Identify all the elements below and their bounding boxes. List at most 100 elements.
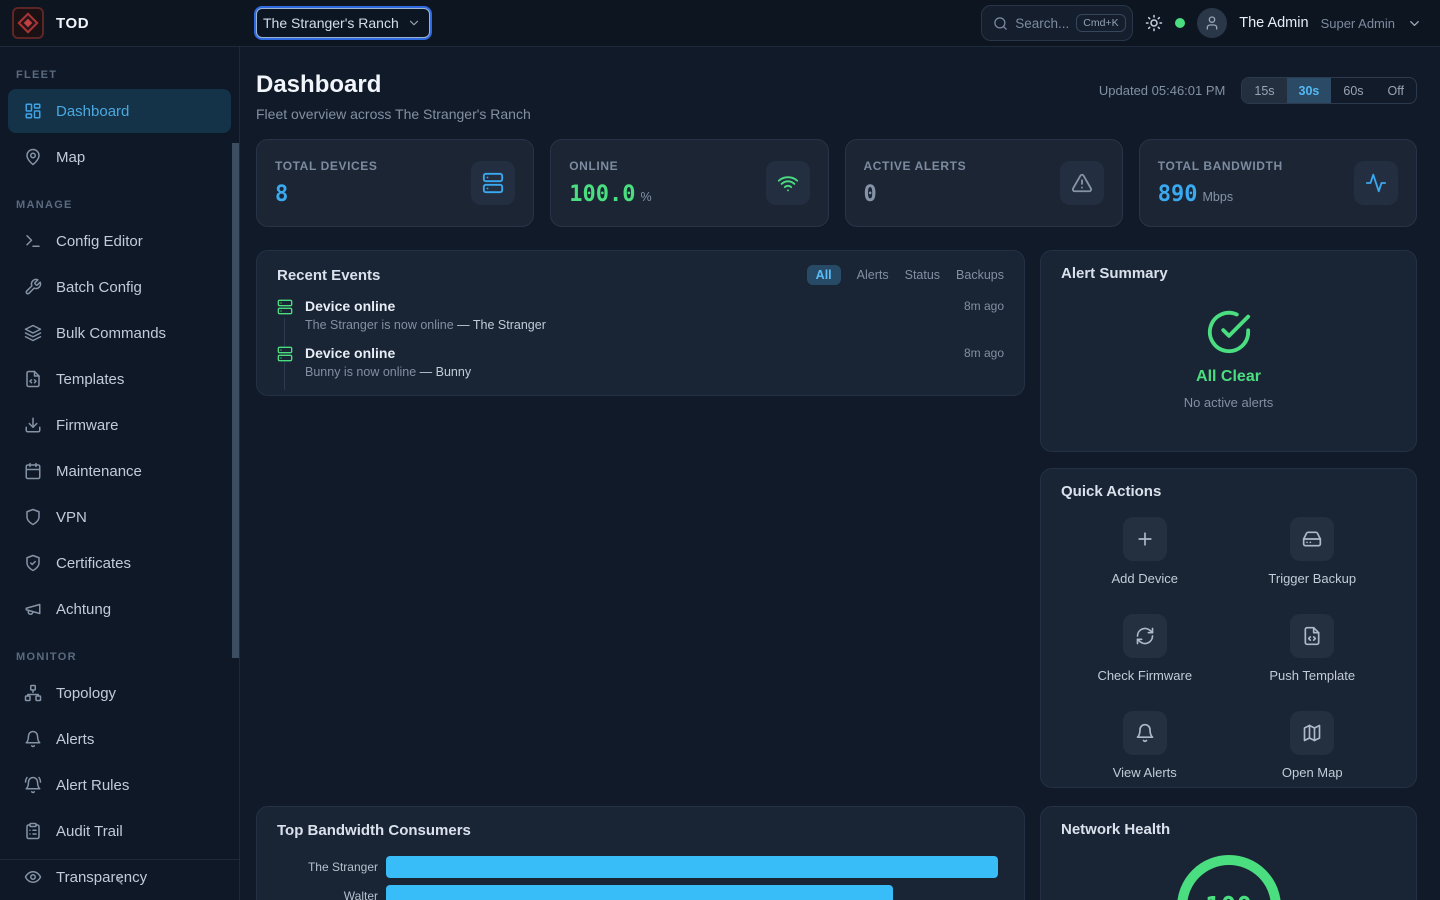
server-icon	[471, 161, 515, 205]
sidebar-item-bulk-commands[interactable]: Bulk Commands	[8, 311, 231, 355]
action-label: Trigger Backup	[1268, 571, 1356, 586]
right-column: Alert Summary All Clear No active alerts…	[1040, 250, 1417, 900]
refresh-option-15s[interactable]: 15s	[1242, 78, 1286, 103]
bell-icon	[1123, 711, 1167, 755]
stat-unit: %	[640, 190, 651, 204]
stat-card-total-bandwidth: TOTAL BANDWIDTH 890 Mbps	[1139, 139, 1417, 227]
list-item[interactable]: Device online 8m ago Bunny is now online…	[277, 345, 1004, 379]
sidebar-item-achtung[interactable]: Achtung	[8, 587, 231, 631]
user-menu-toggle[interactable]	[1407, 16, 1422, 31]
open-map-button[interactable]: Open Map	[1229, 711, 1397, 780]
shield-icon	[24, 508, 42, 526]
map-icon	[1290, 711, 1334, 755]
sidebar-item-label: Topology	[56, 685, 116, 702]
sidebar-item-label: Firmware	[56, 417, 119, 434]
stat-label: TOTAL BANDWIDTH	[1158, 159, 1283, 173]
refresh-option-30s[interactable]: 30s	[1287, 78, 1332, 103]
bar-label: The Stranger	[277, 860, 386, 874]
activity-icon	[1354, 161, 1398, 205]
recent-events-header: Recent Events All Alerts Status Backups	[277, 265, 1004, 285]
push-template-button[interactable]: Push Template	[1229, 614, 1397, 683]
chevron-down-icon	[407, 16, 421, 30]
filter-alerts[interactable]: Alerts	[857, 268, 889, 282]
sidebar-collapse-button[interactable]	[0, 859, 239, 900]
download-icon	[24, 416, 42, 434]
event-device: — The Stranger	[457, 318, 546, 332]
shield-check-icon	[24, 554, 42, 572]
filter-backups[interactable]: Backups	[956, 268, 1004, 282]
search-placeholder: Search...	[1015, 16, 1069, 31]
sidebar-item-dashboard[interactable]: Dashboard	[8, 89, 231, 133]
event-time: 8m ago	[964, 299, 1004, 313]
network-health-panel: Network Health 100	[1040, 806, 1417, 900]
sidebar-item-label: Audit Trail	[56, 823, 123, 840]
stat-label: ONLINE	[569, 159, 651, 173]
add-device-button[interactable]: Add Device	[1061, 517, 1229, 586]
sidebar-item-alerts[interactable]: Alerts	[8, 717, 231, 761]
content-grid: Recent Events All Alerts Status Backups …	[256, 250, 1417, 900]
stat-text: ACTIVE ALERTS 0	[864, 159, 967, 207]
recent-events-panel: Recent Events All Alerts Status Backups …	[256, 250, 1025, 396]
sidebar-item-label: Bulk Commands	[56, 325, 166, 342]
search-input[interactable]: Search... Cmd+K	[981, 5, 1133, 41]
sidebar-scrollbar[interactable]	[232, 143, 239, 658]
sidebar-item-maintenance[interactable]: Maintenance	[8, 449, 231, 493]
sidebar-item-certificates[interactable]: Certificates	[8, 541, 231, 585]
bandwidth-chart: The Stranger Walter	[277, 856, 1004, 900]
sidebar-nav: FLEET Dashboard Map MANAGE Config Editor…	[0, 47, 239, 899]
filter-status[interactable]: Status	[905, 268, 940, 282]
sidebar-item-topology[interactable]: Topology	[8, 671, 231, 715]
sidebar-item-config-editor[interactable]: Config Editor	[8, 219, 231, 263]
main-content: Dashboard Fleet overview across The Stra…	[240, 47, 1440, 900]
event-title: Device online	[305, 298, 395, 314]
stat-value: 890	[1158, 182, 1198, 207]
view-alerts-button[interactable]: View Alerts	[1061, 711, 1229, 780]
avatar[interactable]	[1197, 8, 1227, 38]
sidebar-item-label: Config Editor	[56, 233, 143, 250]
trigger-backup-button[interactable]: Trigger Backup	[1229, 517, 1397, 586]
sidebar-item-label: Dashboard	[56, 103, 129, 120]
refresh-option-off[interactable]: Off	[1376, 78, 1416, 103]
event-device: — Bunny	[420, 365, 471, 379]
sidebar-item-firmware[interactable]: Firmware	[8, 403, 231, 447]
org-select[interactable]: The Stranger's Ranch	[256, 8, 430, 38]
theme-toggle-button[interactable]	[1145, 14, 1163, 32]
sidebar-item-label: Batch Config	[56, 279, 142, 296]
sidebar-item-batch-config[interactable]: Batch Config	[8, 265, 231, 309]
bell-ring-icon	[24, 776, 42, 794]
check-firmware-button[interactable]: Check Firmware	[1061, 614, 1229, 683]
alert-summary-panel: Alert Summary All Clear No active alerts	[1040, 250, 1417, 452]
sidebar-item-label: Maintenance	[56, 463, 142, 480]
alert-triangle-icon	[1060, 161, 1104, 205]
section-label-monitor: MONITOR	[16, 651, 239, 663]
action-label: Add Device	[1112, 571, 1178, 586]
action-label: Push Template	[1269, 668, 1355, 683]
brand: TOD	[0, 7, 240, 39]
user-icon	[1204, 15, 1220, 31]
sidebar-item-map[interactable]: Map	[8, 135, 231, 179]
stat-unit: Mbps	[1203, 190, 1234, 204]
sidebar-item-vpn[interactable]: VPN	[8, 495, 231, 539]
sidebar-item-alert-rules[interactable]: Alert Rules	[8, 763, 231, 807]
sidebar-item-templates[interactable]: Templates	[8, 357, 231, 401]
bar	[386, 856, 998, 878]
calendar-icon	[24, 462, 42, 480]
wrench-icon	[24, 278, 42, 296]
list-item[interactable]: Device online 8m ago The Stranger is now…	[277, 298, 1004, 332]
health-gauge-ring: 100	[1177, 855, 1281, 900]
action-label: Open Map	[1282, 765, 1343, 780]
org-select-value: The Stranger's Ranch	[263, 15, 399, 31]
bandwidth-row: The Stranger	[277, 856, 1004, 878]
stat-label: TOTAL DEVICES	[275, 159, 377, 173]
section-label-manage: MANAGE	[16, 199, 239, 211]
terminal-icon	[24, 232, 42, 250]
stat-text: ONLINE 100.0%	[569, 159, 651, 207]
topbar: TOD The Stranger's Ranch Search... Cmd+K…	[0, 0, 1440, 47]
bar	[386, 885, 893, 900]
sidebar-item-audit-trail[interactable]: Audit Trail	[8, 809, 231, 853]
refresh-option-60s[interactable]: 60s	[1331, 78, 1375, 103]
filter-all[interactable]: All	[807, 265, 841, 285]
section-label-fleet: FLEET	[16, 69, 239, 81]
updated-timestamp: Updated 05:46:01 PM	[1099, 83, 1225, 98]
bar-track	[386, 885, 1004, 900]
